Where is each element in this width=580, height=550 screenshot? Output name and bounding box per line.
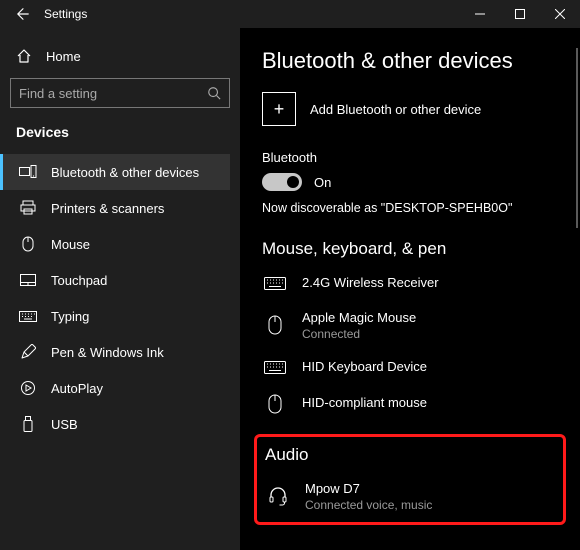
sidebar-item-pen[interactable]: Pen & Windows Ink (0, 334, 230, 370)
scrollbar[interactable] (576, 48, 578, 228)
close-icon (555, 9, 565, 19)
sidebar-item-label: Bluetooth & other devices (51, 165, 199, 180)
home-label: Home (46, 49, 81, 64)
sidebar-item-label: USB (51, 417, 78, 432)
sidebar-item-label: AutoPlay (51, 381, 103, 396)
page-title: Bluetooth & other devices (262, 48, 558, 74)
sidebar-item-printers[interactable]: Printers & scanners (0, 190, 230, 226)
sidebar-item-label: Printers & scanners (51, 201, 164, 216)
device-name: 2.4G Wireless Receiver (302, 275, 439, 292)
device-status: Connected (302, 327, 416, 341)
autoplay-icon (20, 380, 36, 396)
device-item-receiver[interactable]: 2.4G Wireless Receiver (262, 269, 558, 304)
nav-list: Bluetooth & other devices Printers & sca… (10, 154, 230, 442)
category-heading: Devices (16, 124, 224, 140)
device-item-magic-mouse[interactable]: Apple Magic Mouse Connected (262, 304, 558, 353)
plus-icon: + (262, 92, 296, 126)
device-item-hid-keyboard[interactable]: HID Keyboard Device (262, 353, 558, 388)
keyboard-icon (264, 277, 286, 290)
device-name: HID Keyboard Device (302, 359, 427, 376)
sidebar-item-autoplay[interactable]: AutoPlay (0, 370, 230, 406)
search-icon (207, 86, 221, 100)
sidebar-item-mouse[interactable]: Mouse (0, 226, 230, 262)
minimize-icon (475, 9, 485, 19)
maximize-button[interactable] (500, 0, 540, 28)
usb-icon (23, 416, 33, 432)
window-title: Settings (44, 7, 87, 21)
device-item-hid-mouse[interactable]: HID-compliant mouse (262, 388, 558, 426)
bluetooth-section-label: Bluetooth (262, 150, 558, 165)
sidebar-item-label: Typing (51, 309, 89, 324)
bluetooth-toggle[interactable] (262, 173, 302, 191)
search-input[interactable] (19, 86, 207, 101)
printer-icon (20, 200, 36, 216)
sidebar-item-label: Pen & Windows Ink (51, 345, 164, 360)
sidebar-item-bluetooth[interactable]: Bluetooth & other devices (0, 154, 230, 190)
bluetooth-toggle-state: On (314, 175, 331, 190)
maximize-icon (515, 9, 525, 19)
titlebar: Settings (0, 0, 580, 28)
touchpad-icon (20, 274, 36, 286)
minimize-button[interactable] (460, 0, 500, 28)
device-status: Connected voice, music (305, 498, 432, 512)
sidebar-item-typing[interactable]: Typing (0, 298, 230, 334)
sidebar-item-label: Mouse (51, 237, 90, 252)
search-box[interactable] (10, 78, 230, 108)
back-button[interactable] (8, 0, 38, 28)
sidebar-item-usb[interactable]: USB (0, 406, 230, 442)
mkp-heading: Mouse, keyboard, & pen (262, 239, 558, 259)
add-device-label: Add Bluetooth or other device (310, 102, 481, 117)
home-icon (16, 48, 32, 64)
keyboard-icon (19, 311, 37, 322)
discoverable-text: Now discoverable as "DESKTOP-SPEHB0O" (262, 201, 558, 215)
sidebar-item-label: Touchpad (51, 273, 107, 288)
devices-icon (19, 165, 37, 179)
audio-heading: Audio (265, 445, 555, 465)
device-name: Mpow D7 (305, 481, 432, 498)
add-device-button[interactable]: + Add Bluetooth or other device (262, 92, 558, 126)
audio-highlight: Audio Mpow D7 Connected voice, music (254, 434, 566, 525)
sidebar: Home Devices Bluetooth & other devices P… (0, 28, 240, 550)
device-item-mpow[interactable]: Mpow D7 Connected voice, music (265, 475, 555, 512)
mouse-icon (22, 236, 34, 252)
arrow-left-icon (16, 7, 30, 21)
pen-icon (20, 344, 36, 360)
content-pane: Bluetooth & other devices + Add Bluetoot… (240, 28, 580, 550)
sidebar-item-touchpad[interactable]: Touchpad (0, 262, 230, 298)
device-name: HID-compliant mouse (302, 395, 427, 412)
close-button[interactable] (540, 0, 580, 28)
mouse-icon (268, 394, 282, 414)
mouse-icon (268, 315, 282, 335)
keyboard-icon (264, 361, 286, 374)
headset-icon (268, 486, 288, 506)
home-nav[interactable]: Home (10, 40, 230, 78)
device-name: Apple Magic Mouse (302, 310, 416, 327)
